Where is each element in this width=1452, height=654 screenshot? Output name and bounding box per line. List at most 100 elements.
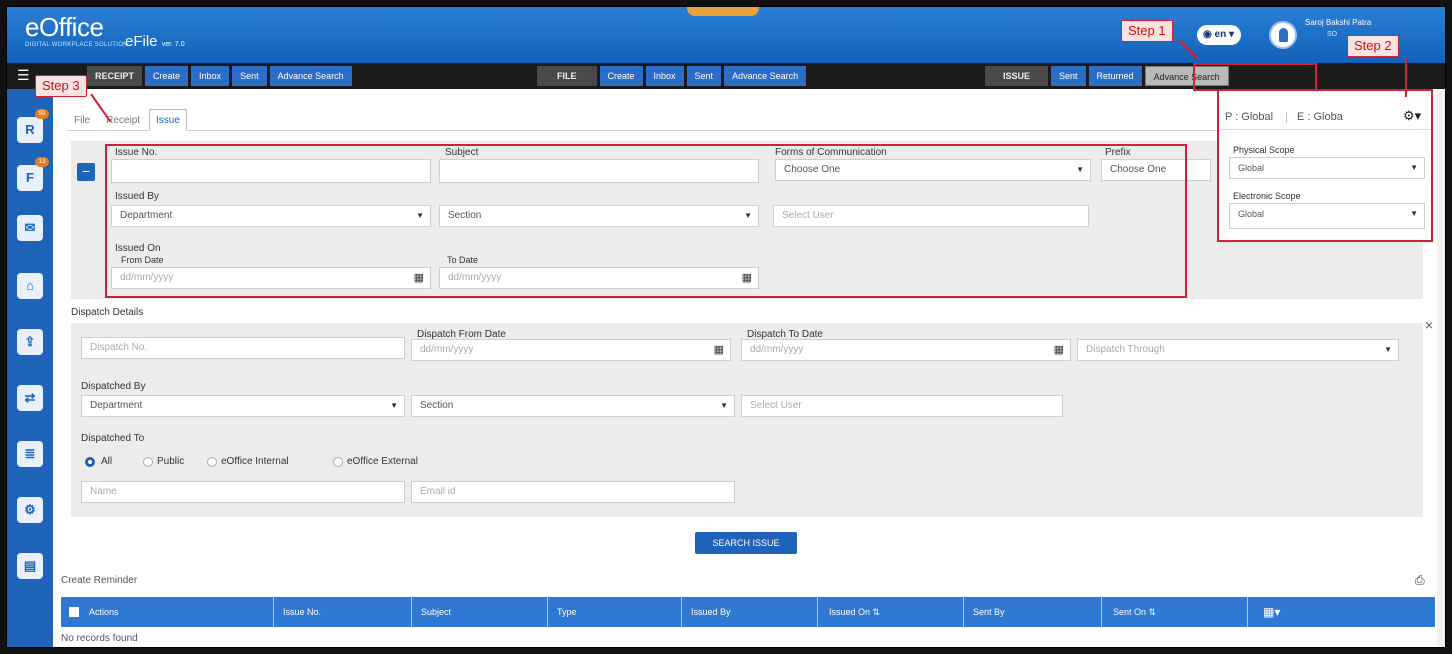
menu-icon[interactable]: ☰	[17, 67, 30, 84]
user-avatar[interactable]	[1269, 21, 1297, 49]
column-issued-by[interactable]: Issued By	[685, 597, 731, 627]
calendar-icon[interactable]: ▦	[714, 340, 724, 360]
nav-file-inbox[interactable]: Inbox	[645, 66, 684, 86]
app-name: eFile ver. 7.0	[125, 33, 185, 50]
globe-icon: ◉	[1203, 29, 1215, 40]
home-icon[interactable]: ⌂	[17, 273, 43, 299]
select-all-checkbox[interactable]	[69, 607, 79, 617]
step3-callout: Step 3	[35, 75, 87, 97]
receipt-icon[interactable]: R	[17, 117, 43, 143]
close-icon[interactable]: ×	[1425, 317, 1433, 333]
step2-pointer	[1405, 57, 1407, 97]
radio-public-label: Public	[157, 456, 185, 467]
tab-receipt[interactable]: Receipt	[99, 109, 147, 131]
dispatched-to-label: Dispatched To	[81, 433, 145, 444]
column-actions: Actions	[89, 607, 119, 617]
step2-highlight-box	[1217, 89, 1433, 242]
nav-file-sent[interactable]: Sent	[686, 66, 722, 86]
nav-receipt-head[interactable]: RECEIPT	[87, 66, 143, 86]
left-sidebar: R 99 F 13 ✉ ⌂ ⇪ ⇄ ≣ ⚙ ▤	[7, 89, 53, 647]
mail-icon[interactable]: ✉	[17, 215, 43, 241]
users-settings-icon[interactable]: ⚙	[17, 497, 43, 523]
search-tabs: File Receipt Issue	[67, 109, 187, 131]
dispatch-through-select[interactable]: Dispatch Through ▼	[1077, 339, 1399, 361]
calendar-icon[interactable]: ▦	[1054, 340, 1064, 360]
radio-public[interactable]	[143, 457, 153, 467]
dispatch-name-input[interactable]: Name	[81, 481, 405, 503]
step2-callout: Step 2	[1347, 35, 1399, 57]
file-icon[interactable]: F	[17, 165, 43, 191]
nav-receipt-inbox[interactable]: Inbox	[191, 66, 230, 86]
nav-receipt-group: RECEIPT Create Inbox Sent Advance Search	[87, 66, 352, 86]
file-count-badge: 13	[35, 157, 49, 167]
column-subject[interactable]: Subject	[415, 597, 451, 627]
column-separator	[1101, 597, 1102, 627]
page-scrollbar[interactable]	[1437, 89, 1445, 647]
nav-issue-head[interactable]: ISSUE	[985, 66, 1049, 86]
radio-eoffice-internal[interactable]	[207, 457, 217, 467]
transfer-icon[interactable]: ⇄	[17, 385, 43, 411]
step3-highlight-box	[105, 144, 1187, 298]
radio-eoffice-external[interactable]	[333, 457, 343, 467]
step1-callout: Step 1	[1121, 20, 1173, 42]
tab-file[interactable]: File	[67, 109, 97, 131]
receipt-count-badge: 99	[35, 109, 49, 119]
search-issue-button[interactable]: SEARCH ISSUE	[695, 532, 797, 554]
column-chooser-icon[interactable]: ▦▾	[1257, 597, 1280, 627]
column-sent-by[interactable]: Sent By	[967, 597, 1005, 627]
radio-eoffice-external-label: eOffice External	[347, 456, 418, 467]
column-separator	[817, 597, 818, 627]
dispatched-by-user-input[interactable]: Select User	[741, 395, 1063, 417]
column-sent-on[interactable]: Sent On ⇅	[1107, 597, 1156, 627]
dispatch-to-date-placeholder: dd/mm/yyyy	[750, 344, 804, 355]
dispatch-from-date-placeholder: dd/mm/yyyy	[420, 344, 474, 355]
create-reminder-link[interactable]: Create Reminder	[61, 575, 137, 586]
column-issue-no[interactable]: Issue No.	[277, 597, 321, 627]
nav-issue-returned[interactable]: Returned	[1088, 66, 1142, 86]
chevron-down-icon: ▼	[1384, 345, 1392, 354]
column-separator	[273, 597, 274, 627]
dispatch-no-input[interactable]: Dispatch No.	[81, 337, 405, 359]
nav-file-group: FILE Create Inbox Sent Advance Search	[537, 66, 807, 86]
eoffice-logo: eOffice	[25, 12, 104, 42]
radio-all[interactable]	[85, 457, 95, 467]
document-icon[interactable]: ≣	[17, 441, 43, 467]
nav-receipt-create[interactable]: Create	[145, 66, 189, 86]
no-records-text: No records found	[61, 633, 138, 644]
dispatch-from-date-input[interactable]: dd/mm/yyyy ▦	[411, 339, 731, 361]
nav-receipt-advance-search[interactable]: Advance Search	[269, 66, 352, 86]
app-version: ver. 7.0	[161, 41, 185, 48]
report-icon[interactable]: ▤	[17, 553, 43, 579]
column-separator	[411, 597, 412, 627]
print-icon[interactable]: ⎙	[1415, 573, 1425, 588]
dispatched-by-section-select[interactable]: Section ▼	[411, 395, 735, 417]
chevron-down-icon: ▾	[1226, 29, 1234, 40]
nav-file-head[interactable]: FILE	[537, 66, 597, 86]
dispatched-by-section-value: Section	[420, 400, 454, 411]
nav-issue-sent[interactable]: Sent	[1051, 66, 1086, 86]
user-name[interactable]: Saroj Bakshi Patra	[1305, 18, 1415, 27]
nav-receipt-sent[interactable]: Sent	[232, 66, 267, 86]
dispatch-to-date-input[interactable]: dd/mm/yyyy ▦	[741, 339, 1071, 361]
nav-file-advance-search[interactable]: Advance Search	[724, 66, 807, 86]
language-selector[interactable]: ◉ en ▾	[1197, 25, 1241, 45]
column-issued-on[interactable]: Issued On ⇅	[823, 597, 880, 627]
radio-eoffice-internal-label: eOffice Internal	[221, 456, 289, 467]
collapse-button[interactable]: −	[77, 163, 95, 181]
logo-tagline: DIGITAL WORKPLACE SOLUTION	[25, 42, 128, 48]
chevron-down-icon: ▼	[390, 401, 398, 410]
nav-file-create[interactable]: Create	[599, 66, 643, 86]
dispatched-by-label: Dispatched By	[81, 381, 146, 392]
column-separator	[1247, 597, 1248, 627]
column-separator	[963, 597, 964, 627]
top-center-tab	[687, 7, 759, 16]
radio-all-label: All	[101, 456, 113, 467]
upload-file-icon[interactable]: ⇪	[17, 329, 43, 355]
step1-highlight-box	[1193, 63, 1317, 91]
column-separator	[681, 597, 682, 627]
dispatched-by-department-select[interactable]: Department ▼	[81, 395, 405, 417]
column-type[interactable]: Type	[551, 597, 577, 627]
column-separator	[547, 597, 548, 627]
tab-issue[interactable]: Issue	[149, 109, 187, 131]
dispatch-email-input[interactable]: Email id	[411, 481, 735, 503]
